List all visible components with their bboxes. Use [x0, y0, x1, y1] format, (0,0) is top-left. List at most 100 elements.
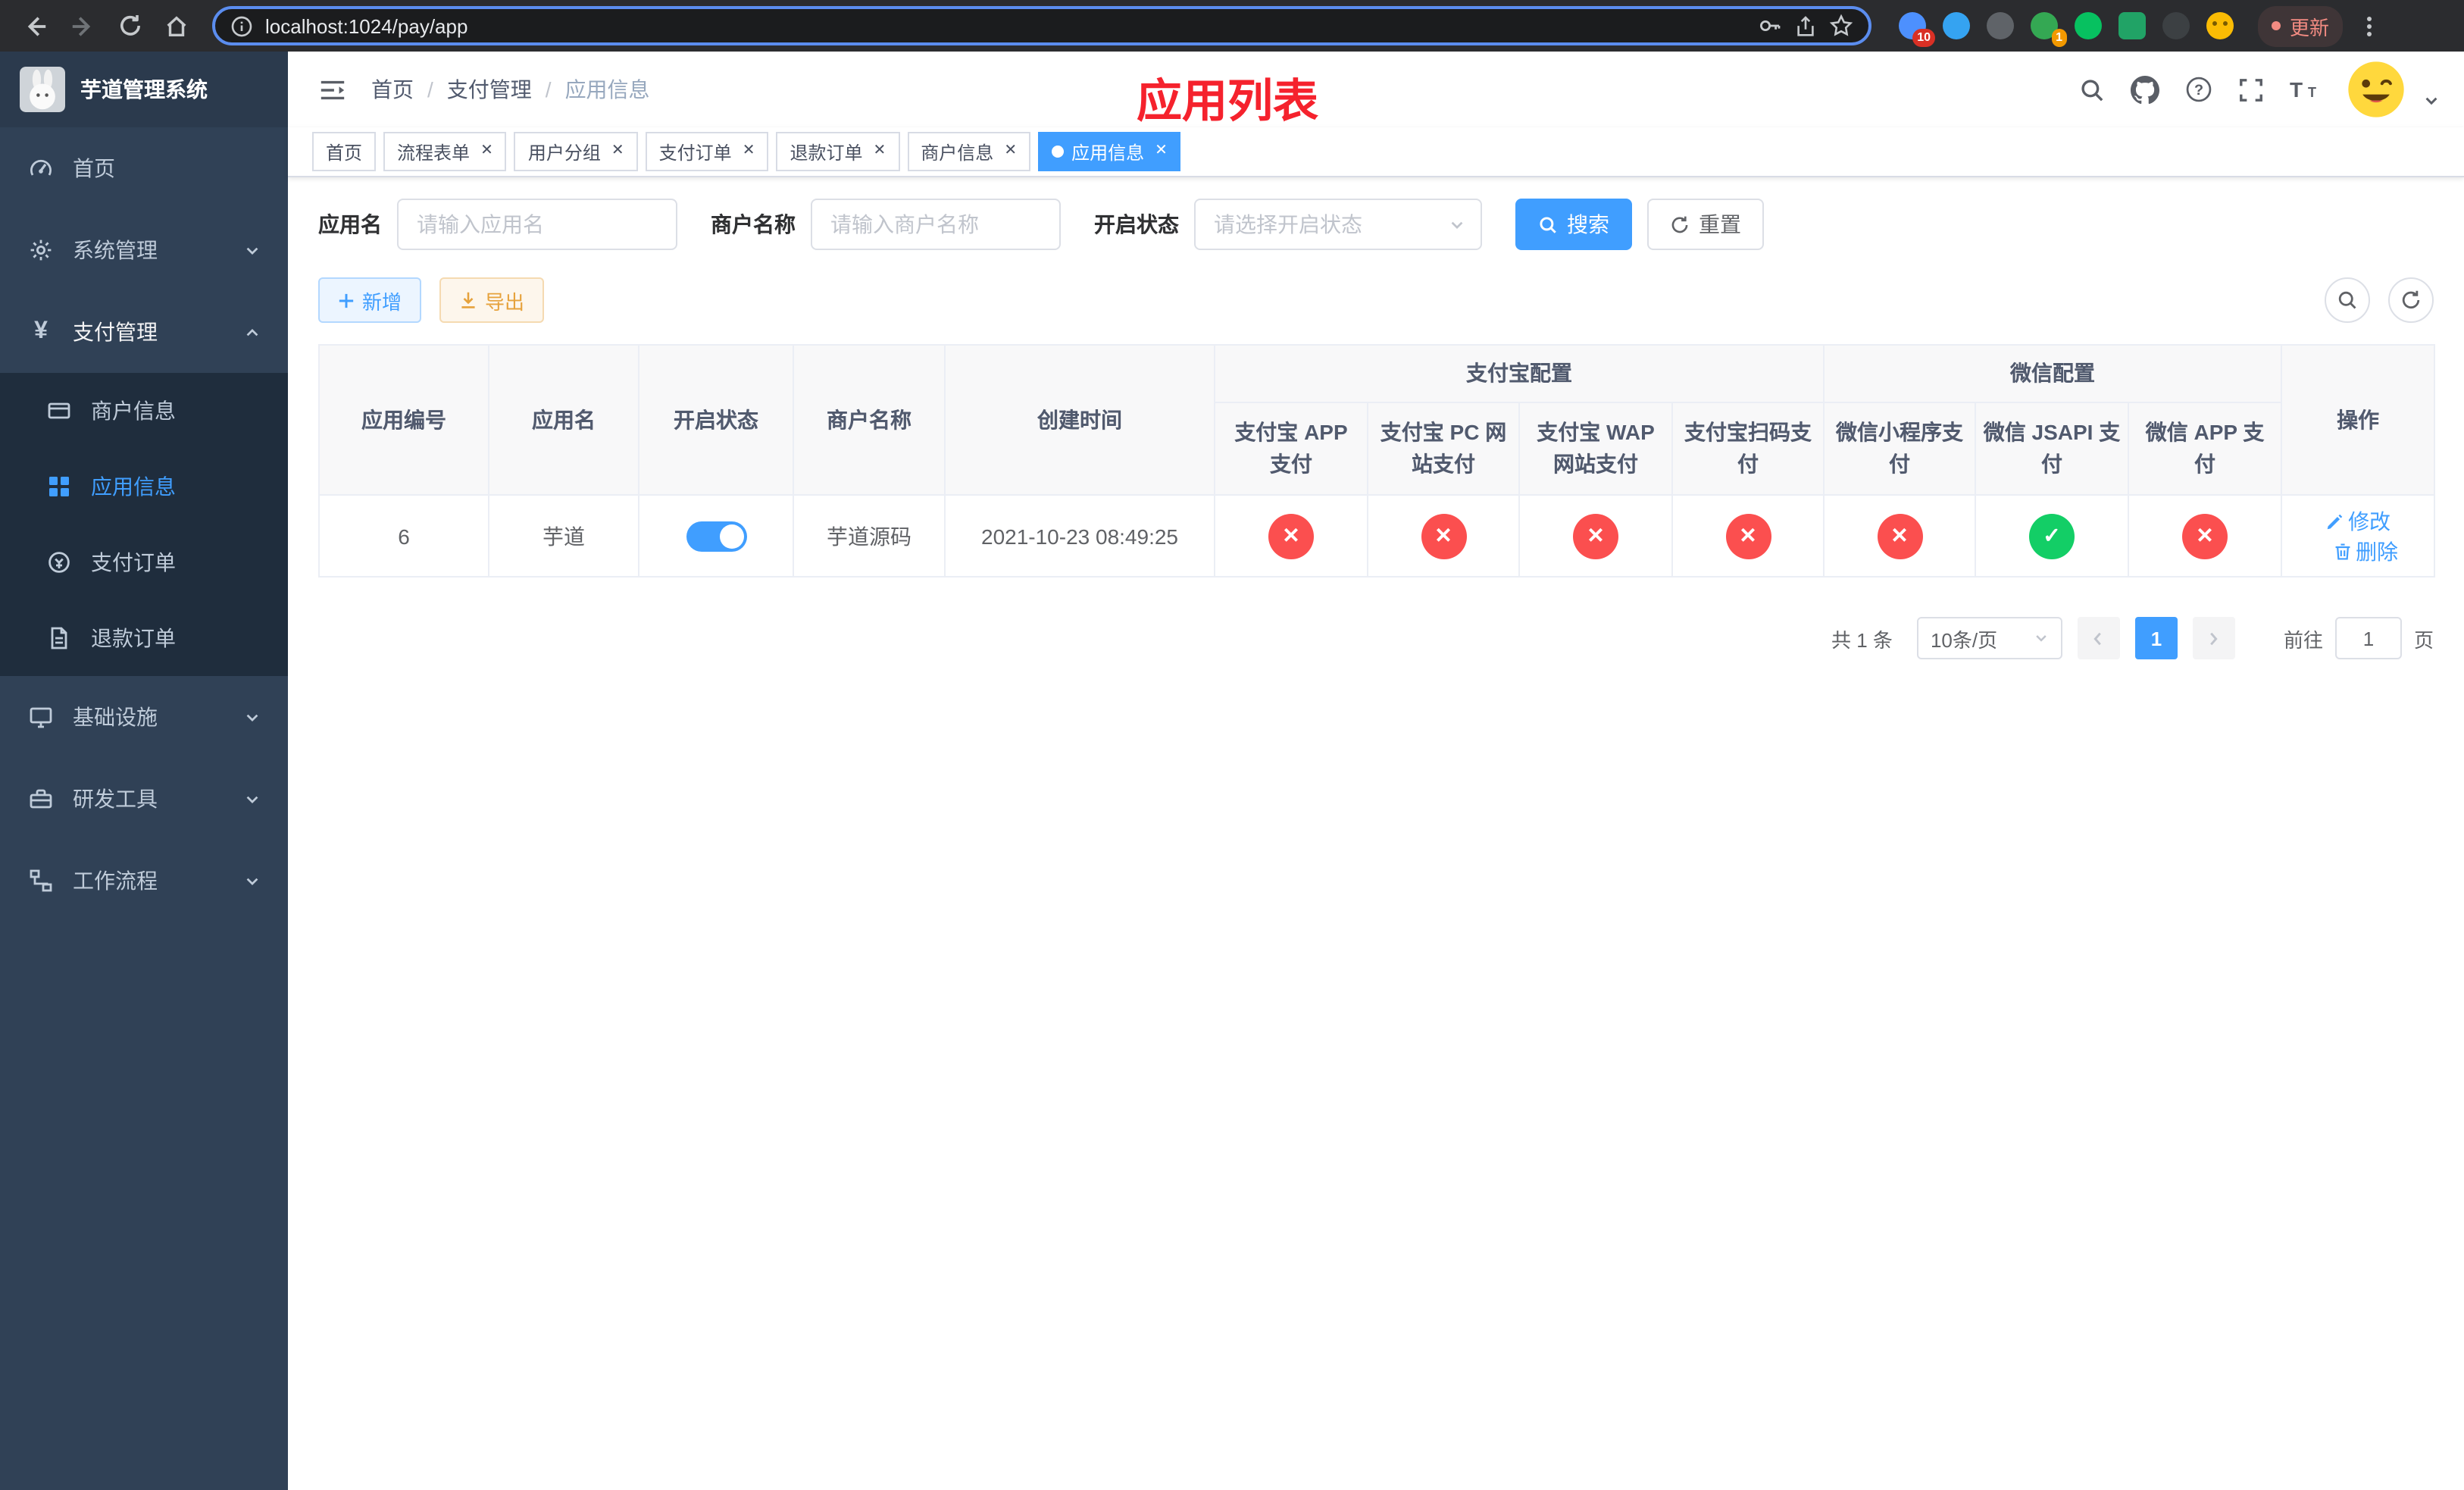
extension-icon-6[interactable] — [2118, 12, 2146, 39]
tab-close-icon[interactable] — [1155, 144, 1168, 159]
search-icon[interactable] — [2079, 77, 2105, 102]
main-area: 首页 / 支付管理 / 应用信息 应用列表 ? T T 首页 流程表单 ✕ 用户… — [288, 52, 2464, 1490]
cell-alipay-pc — [1367, 494, 1520, 578]
export-button[interactable]: 导出 — [439, 277, 545, 323]
status-toggle[interactable] — [686, 521, 746, 551]
tab-user-group[interactable]: 用户分组 — [514, 132, 638, 171]
breadcrumb-home[interactable]: 首页 — [371, 74, 414, 105]
alipay-app-status-icon — [1268, 513, 1314, 559]
goto-label: 前往 — [2283, 628, 2323, 651]
cell-alipay-qr — [1671, 494, 1825, 578]
tab-merchant-info[interactable]: 商户信息 — [907, 132, 1031, 171]
sidebar-item-workflow[interactable]: 工作流程 — [0, 840, 288, 922]
credit-card-icon — [45, 399, 73, 423]
sidebar-fold-icon[interactable] — [312, 69, 353, 110]
sidebar-item-infrastructure[interactable]: 基础设施 — [0, 676, 288, 758]
cell-wechat-app — [2127, 494, 2283, 578]
fullscreen-icon[interactable] — [2238, 77, 2264, 102]
reset-button-label: 重置 — [1699, 212, 1741, 236]
table-toolbar: 新增 导出 — [318, 277, 2434, 323]
sidebar-item-refund-order[interactable]: 退款订单 — [0, 600, 288, 676]
cell-wechat-mini — [1823, 494, 1976, 578]
page-size-select[interactable]: 10条/页 — [1916, 617, 2062, 659]
sidebar-item-payment-order[interactable]: 支付订单 — [0, 524, 288, 600]
help-icon[interactable]: ? — [2185, 76, 2212, 103]
sidebar-item-label: 基础设施 — [73, 705, 158, 729]
github-icon[interactable] — [2131, 75, 2159, 104]
extension-icon-7[interactable] — [2162, 12, 2190, 39]
sidebar-item-label: 应用信息 — [91, 474, 176, 499]
tab-close-icon[interactable] — [611, 144, 624, 159]
tab-close-icon[interactable] — [1004, 144, 1017, 159]
tab-payment-order[interactable]: 支付订单 — [645, 132, 769, 171]
font-size-icon[interactable]: TT — [2290, 77, 2320, 102]
app-name-input[interactable] — [397, 199, 677, 250]
browser-menu-icon[interactable] — [2361, 10, 2378, 42]
app-name-input-field[interactable] — [417, 212, 658, 236]
browser-home-button[interactable] — [156, 5, 197, 46]
tab-refund-order[interactable]: 退款订单 — [776, 132, 900, 171]
sidebar-item-merchant-info[interactable]: 商户信息 — [0, 373, 288, 449]
show-search-toggle-icon[interactable] — [2325, 277, 2370, 323]
extension-icon-2[interactable] — [1943, 12, 1970, 39]
password-key-icon[interactable] — [1758, 14, 1782, 38]
tab-app-info[interactable]: 应用信息 — [1038, 132, 1181, 171]
goto-page-input[interactable] — [2334, 617, 2402, 659]
extension-icon-8[interactable] — [2206, 12, 2234, 39]
edit-button[interactable]: 修改 — [2325, 506, 2391, 536]
export-button-label: 导出 — [485, 290, 525, 313]
gear-icon — [27, 238, 55, 262]
app-title: 芋道管理系统 — [80, 77, 208, 102]
sidebar-item-app-info[interactable]: 应用信息 — [0, 449, 288, 524]
merchant-name-input[interactable] — [811, 199, 1061, 250]
sidebar-item-system[interactable]: 系统管理 — [0, 209, 288, 291]
extension-icon-4[interactable]: 1 — [2031, 12, 2067, 47]
sidebar-logo[interactable]: 芋道管理系统 — [0, 52, 288, 127]
status-select[interactable]: 请选择开启状态 — [1194, 199, 1482, 250]
app-name-label: 应用名 — [318, 212, 382, 236]
chevron-down-icon — [244, 242, 261, 258]
cell-app-name: 芋道 — [488, 494, 639, 578]
breadcrumb-current: 应用信息 — [564, 77, 650, 102]
tabs-bar: 首页 流程表单 用户分组 支付订单 — [288, 127, 2464, 177]
reset-button[interactable]: 重置 — [1647, 199, 1764, 250]
extension-icon-1[interactable]: 10 — [1899, 12, 1935, 47]
column-header-alipay-wap: 支付宝 WAP 网站支付 — [1518, 402, 1673, 496]
extension-icon-5[interactable] — [2075, 12, 2102, 39]
browser-reload-button[interactable] — [109, 5, 150, 46]
search-button[interactable]: 搜索 — [1515, 199, 1632, 250]
tab-label: 应用信息 — [1071, 142, 1145, 163]
bookmark-star-icon[interactable] — [1829, 14, 1853, 38]
column-header-alipay-app: 支付宝 APP 支付 — [1214, 402, 1368, 496]
site-info-icon[interactable] — [230, 14, 253, 37]
merchant-name-input-field[interactable] — [830, 212, 1041, 236]
browser-back-button[interactable] — [15, 5, 56, 46]
browser-forward-button[interactable] — [62, 5, 103, 46]
app-shell: 芋道管理系统 首页 系统管理 ¥ 支付管理 商户信息 应用信息 支付订单 退款订… — [0, 52, 2464, 1490]
user-menu-caret-icon[interactable] — [2423, 70, 2440, 108]
extension-icon-3[interactable] — [1987, 12, 2014, 39]
user-avatar[interactable] — [2346, 59, 2406, 120]
tab-home[interactable]: 首页 — [312, 132, 377, 171]
page-number-button[interactable]: 1 — [2134, 617, 2178, 659]
tab-close-icon[interactable] — [874, 144, 886, 159]
cell-app-id: 6 — [318, 494, 489, 578]
share-icon[interactable] — [1794, 14, 1817, 37]
svg-text:T: T — [2290, 78, 2303, 102]
sidebar-item-dev-tools[interactable]: 研发工具 — [0, 758, 288, 840]
tab-process-form[interactable]: 流程表单 — [383, 132, 507, 171]
delete-button[interactable]: 删除 — [2333, 536, 2398, 566]
prev-page-button[interactable] — [2077, 617, 2120, 659]
browser-update-button[interactable]: 更新 — [2258, 5, 2344, 46]
address-bar[interactable]: localhost:1024/pay/app — [212, 6, 1871, 45]
next-page-button[interactable] — [2192, 617, 2235, 659]
sidebar-item-payment[interactable]: ¥ 支付管理 — [0, 291, 288, 373]
tab-close-icon[interactable] — [743, 144, 755, 159]
add-button[interactable]: 新增 — [318, 277, 422, 323]
page-content: 应用名 商户名称 开启状态 请选择开启状态 — [288, 177, 2464, 1490]
tab-close-icon[interactable] — [480, 144, 493, 159]
sidebar-item-home[interactable]: 首页 — [0, 127, 288, 209]
yen-icon: ¥ — [34, 318, 48, 344]
refresh-table-icon[interactable] — [2388, 277, 2434, 323]
delete-button-label: 删除 — [2356, 539, 2399, 563]
